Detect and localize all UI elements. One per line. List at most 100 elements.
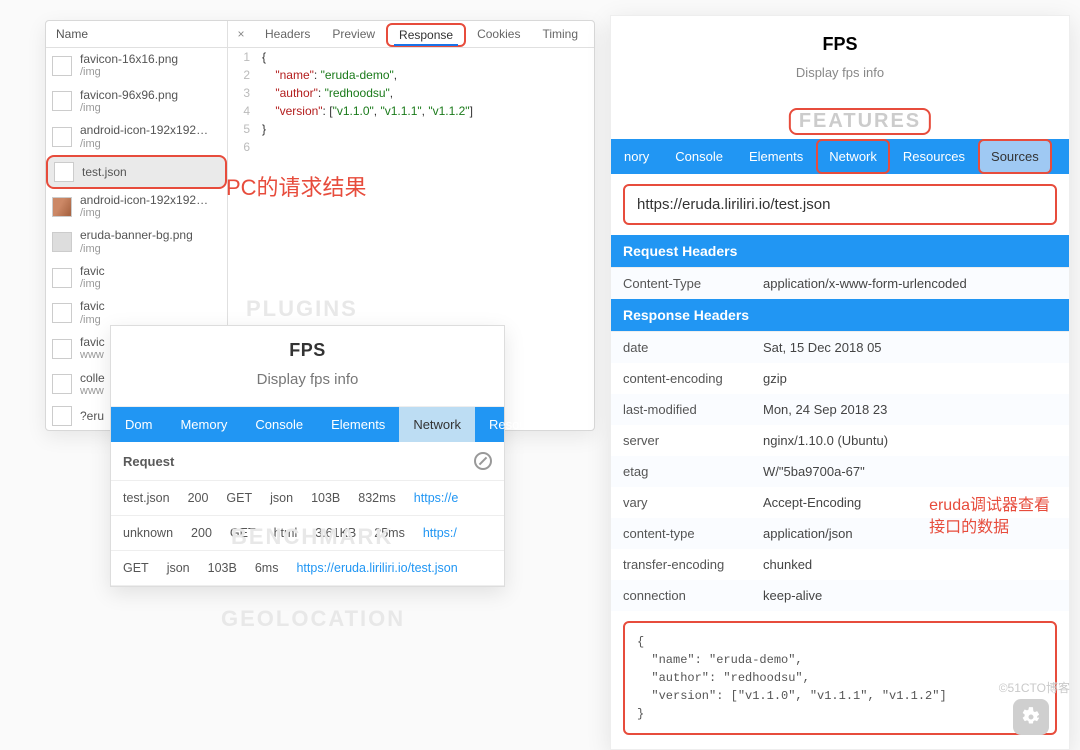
file-path: www xyxy=(80,385,105,398)
file-name: colle xyxy=(80,371,105,385)
response-headers-list: dateSat, 15 Dec 2018 05 content-encoding… xyxy=(611,331,1069,611)
request-headers-title: Request Headers xyxy=(611,235,1069,267)
list-item[interactable]: android-icon-192x192…/img xyxy=(46,119,227,155)
eruda-tabs: nory Console Elements Network Resources … xyxy=(611,139,1069,174)
eruda-tabs: Dom Memory Console Elements Network Reso… xyxy=(111,407,504,442)
table-row[interactable]: GET json 103B 6ms https://eruda.liriliri… xyxy=(111,551,504,586)
file-path: /img xyxy=(80,66,178,79)
file-path: www xyxy=(80,349,105,362)
file-name: android-icon-192x192… xyxy=(80,193,208,207)
clear-icon[interactable] xyxy=(474,452,492,470)
file-name: favic xyxy=(80,335,105,349)
file-path: /img xyxy=(80,102,178,115)
tab-preview[interactable]: Preview xyxy=(321,21,386,47)
tab-elements[interactable]: Elements xyxy=(736,139,816,174)
list-item[interactable]: favic/img xyxy=(46,260,227,296)
close-icon[interactable]: × xyxy=(228,27,254,41)
cell-time: 832ms xyxy=(358,491,396,505)
list-item[interactable]: eruda-banner-bg.png/img xyxy=(46,224,227,260)
cell-size: 103B xyxy=(311,491,340,505)
tab-console[interactable]: Console xyxy=(241,407,317,442)
header-row: dateSat, 15 Dec 2018 05 xyxy=(611,332,1069,363)
tab-network[interactable]: Network xyxy=(816,139,890,174)
cell-status: 200 xyxy=(191,526,212,540)
file-path: /img xyxy=(80,278,105,291)
request-label: Request xyxy=(123,454,174,469)
card-subtitle: Display fps info xyxy=(631,65,1049,80)
header-row: transfer-encodingchunked xyxy=(611,549,1069,580)
cell-time: 6ms xyxy=(255,561,279,575)
eruda-panel-left: FPS Display fps info Dom Memory Console … xyxy=(110,325,505,587)
cell-time: 25ms xyxy=(374,526,405,540)
cell-name: unknown xyxy=(123,526,173,540)
tab-dom[interactable]: Dom xyxy=(111,407,166,442)
card-subtitle: Display fps info xyxy=(111,371,504,388)
file-path: /img xyxy=(80,138,208,151)
tab-memory[interactable]: Memory xyxy=(166,407,241,442)
file-name: test.json xyxy=(82,165,127,179)
tab-network[interactable]: Network xyxy=(399,407,475,442)
tab-headers[interactable]: Headers xyxy=(254,21,321,47)
request-url: https://eruda.liriliri.io/test.json xyxy=(623,184,1057,225)
file-path: /img xyxy=(80,314,105,327)
header-row: content-encodinggzip xyxy=(611,363,1069,394)
table-row[interactable]: test.json 200 GET json 103B 832ms https:… xyxy=(111,481,504,516)
plugin-card: FPS Display fps info xyxy=(111,326,504,407)
annotation-pc: PC的请求结果 xyxy=(226,170,367,202)
cell-size: 103B xyxy=(208,561,237,575)
tab-resources[interactable]: Resources xyxy=(890,139,978,174)
list-item[interactable]: favicon-16x16.png/img xyxy=(46,48,227,84)
thumbnail-icon xyxy=(52,197,72,217)
cell-url[interactable]: https:/ xyxy=(423,526,457,540)
thumbnail-icon xyxy=(52,232,72,252)
cell-url[interactable]: https://e xyxy=(414,491,458,505)
plugin-card: FPS Display fps info xyxy=(631,34,1049,80)
list-item[interactable]: android-icon-192x192…/img xyxy=(46,189,227,225)
list-item[interactable]: favicon-96x96.png/img xyxy=(46,84,227,120)
cell-size: 3.61KB xyxy=(315,526,356,540)
tab-elements[interactable]: Elements xyxy=(317,407,399,442)
cell-type: html xyxy=(274,526,298,540)
table-row[interactable]: unknown 200 GET html 3.61KB 25ms https:/ xyxy=(111,516,504,551)
code-content: { "name": "eruda-demo", "author": "redho… xyxy=(228,48,594,138)
header-row: servernginx/1.10.0 (Ubuntu) xyxy=(611,425,1069,456)
cell-method: GET xyxy=(123,561,149,575)
response-headers-title: Response Headers xyxy=(611,299,1069,331)
gear-icon[interactable] xyxy=(1013,699,1049,735)
header-value: application/x-www-form-urlencoded xyxy=(763,276,967,291)
name-column-header: Name xyxy=(46,21,228,47)
cell-status: 200 xyxy=(188,491,209,505)
file-path: /img xyxy=(80,243,193,256)
header-row: etagW/"5ba9700a-67" xyxy=(611,456,1069,487)
file-name: eruda-banner-bg.png xyxy=(80,228,193,242)
list-item-selected[interactable]: test.json xyxy=(46,155,227,189)
card-title: FPS xyxy=(631,34,1049,55)
file-name: android-icon-192x192… xyxy=(80,123,208,137)
devtools-top: Name × Headers Preview Response Cookies … xyxy=(46,21,594,47)
cell-type: json xyxy=(270,491,293,505)
cell-method: GET xyxy=(230,526,256,540)
tab-timing[interactable]: Timing xyxy=(531,21,589,47)
file-name: ?eru xyxy=(80,409,104,423)
devtools-tabs: × Headers Preview Response Cookies Timin… xyxy=(228,21,594,47)
response-json: { "name": "eruda-demo", "author": "redho… xyxy=(623,621,1057,735)
eruda-panel-right: FPS Display fps info FEATURES nory Conso… xyxy=(610,15,1070,750)
tab-console[interactable]: Console xyxy=(662,139,736,174)
tab-sources[interactable]: Sources xyxy=(978,139,1052,174)
header-row: last-modifiedMon, 24 Sep 2018 23 xyxy=(611,394,1069,425)
cell-type: json xyxy=(167,561,190,575)
file-name: favicon-16x16.png xyxy=(80,52,178,66)
cell-name: test.json xyxy=(123,491,170,505)
annotation-eruda: eruda调试器查看 接口的数据 xyxy=(929,495,1050,540)
tab-resources[interactable]: Resourc xyxy=(475,407,551,442)
file-name: favic xyxy=(80,264,105,278)
tab-cookies[interactable]: Cookies xyxy=(466,21,531,47)
cell-url[interactable]: https://eruda.liriliri.io/test.json xyxy=(296,561,457,575)
watermark: ©51CTO博客 xyxy=(999,679,1070,696)
file-name: favicon-96x96.png xyxy=(80,88,178,102)
cell-method: GET xyxy=(226,491,252,505)
tab-memory[interactable]: nory xyxy=(611,139,662,174)
tab-response[interactable]: Response xyxy=(386,23,466,47)
features-heading: FEATURES xyxy=(789,108,931,135)
header-row: connectionkeep-alive xyxy=(611,580,1069,611)
